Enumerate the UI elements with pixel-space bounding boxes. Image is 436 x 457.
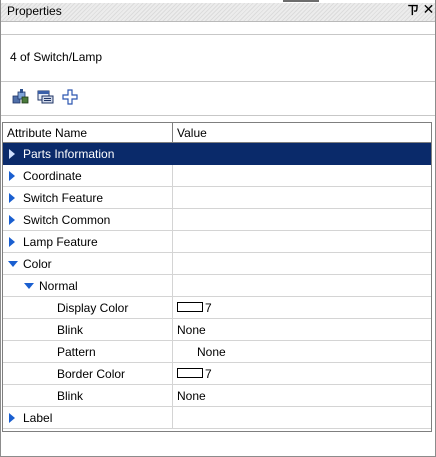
row-normal[interactable]: Normal (3, 275, 431, 297)
row-label: Blink (57, 323, 84, 337)
expand-arrow-icon[interactable] (9, 193, 15, 203)
header-value[interactable]: Value (177, 126, 207, 140)
column-separator (172, 231, 173, 252)
column-separator (172, 187, 173, 208)
expand-arrow-icon[interactable] (9, 413, 15, 423)
row-label: Parts Information (23, 147, 115, 161)
row-label: Label (23, 411, 53, 425)
add-icon[interactable] (60, 87, 80, 107)
header-column-separator[interactable] (172, 123, 173, 142)
expand-arrow-icon[interactable] (9, 215, 15, 225)
column-separator (172, 297, 173, 318)
row-label: Switch Feature (23, 191, 104, 205)
row-display-color[interactable]: Display Color 7 (3, 297, 431, 319)
row-label: Pattern (57, 345, 96, 359)
object-name-box: 4 of Switch/Lamp (1, 35, 435, 79)
row-label: Switch Common (23, 213, 111, 227)
row-label: Color (23, 257, 52, 271)
row-border-color[interactable]: Border Color 7 (3, 363, 431, 385)
row-label: Lamp Feature (23, 235, 98, 249)
row-value[interactable]: None (177, 389, 206, 403)
row-value[interactable]: 7 (205, 367, 212, 381)
grid-header: Attribute Name Value (3, 123, 431, 143)
close-icon[interactable]: ✕ (422, 3, 435, 18)
row-lamp-feature[interactable]: Lamp Feature (3, 231, 431, 253)
collapse-arrow-icon[interactable] (24, 283, 34, 289)
row-label: Coordinate (23, 169, 82, 183)
color-swatch[interactable] (177, 302, 203, 312)
row-value[interactable]: 7 (205, 301, 212, 315)
row-pattern[interactable]: Pattern None (3, 341, 431, 363)
expand-arrow-icon[interactable] (9, 237, 15, 247)
toolbar (1, 82, 435, 112)
column-separator (172, 253, 173, 274)
row-value[interactable]: None (197, 345, 226, 359)
column-separator (172, 385, 173, 406)
row-parts-information[interactable]: Parts Information (3, 143, 431, 165)
titlebar-top-strip (1, 0, 435, 3)
column-separator (172, 275, 173, 296)
expand-arrow-icon[interactable] (9, 149, 15, 159)
toolbar-divider (1, 115, 435, 116)
property-grid: Attribute Name Value Parts Information C… (2, 122, 432, 432)
properties-panel: Properties ㄗ ✕ 4 of Switch/Lamp Attribut… (0, 0, 436, 457)
row-label: Normal (39, 279, 78, 293)
splitter-mark (283, 0, 319, 2)
column-separator (172, 165, 173, 186)
row-switch-feature[interactable]: Switch Feature (3, 187, 431, 209)
category-icon[interactable] (11, 87, 31, 107)
row-blink[interactable]: Blink None (3, 385, 431, 407)
pin-icon[interactable]: ㄗ (407, 3, 419, 18)
row-label-category[interactable]: Label (3, 407, 431, 429)
row-coordinate[interactable]: Coordinate (3, 165, 431, 187)
row-label: Display Color (57, 301, 129, 315)
row-label: Border Color (57, 367, 126, 381)
header-attribute-name[interactable]: Attribute Name (7, 126, 87, 140)
panel-title: Properties (7, 4, 62, 18)
column-separator (172, 407, 173, 428)
row-switch-common[interactable]: Switch Common (3, 209, 431, 231)
panel-titlebar: Properties ㄗ ✕ (1, 0, 435, 22)
row-color[interactable]: Color (3, 253, 431, 275)
column-separator (172, 341, 173, 362)
column-separator (172, 209, 173, 230)
expand-arrow-icon[interactable] (9, 171, 15, 181)
color-swatch[interactable] (177, 368, 203, 378)
object-name: 4 of Switch/Lamp (10, 50, 103, 64)
column-separator (172, 363, 173, 384)
sort-icon[interactable] (36, 87, 56, 107)
collapse-arrow-icon[interactable] (8, 261, 18, 267)
row-value[interactable]: None (177, 323, 206, 337)
column-separator (172, 319, 173, 340)
row-blink[interactable]: Blink None (3, 319, 431, 341)
row-label: Blink (57, 389, 84, 403)
